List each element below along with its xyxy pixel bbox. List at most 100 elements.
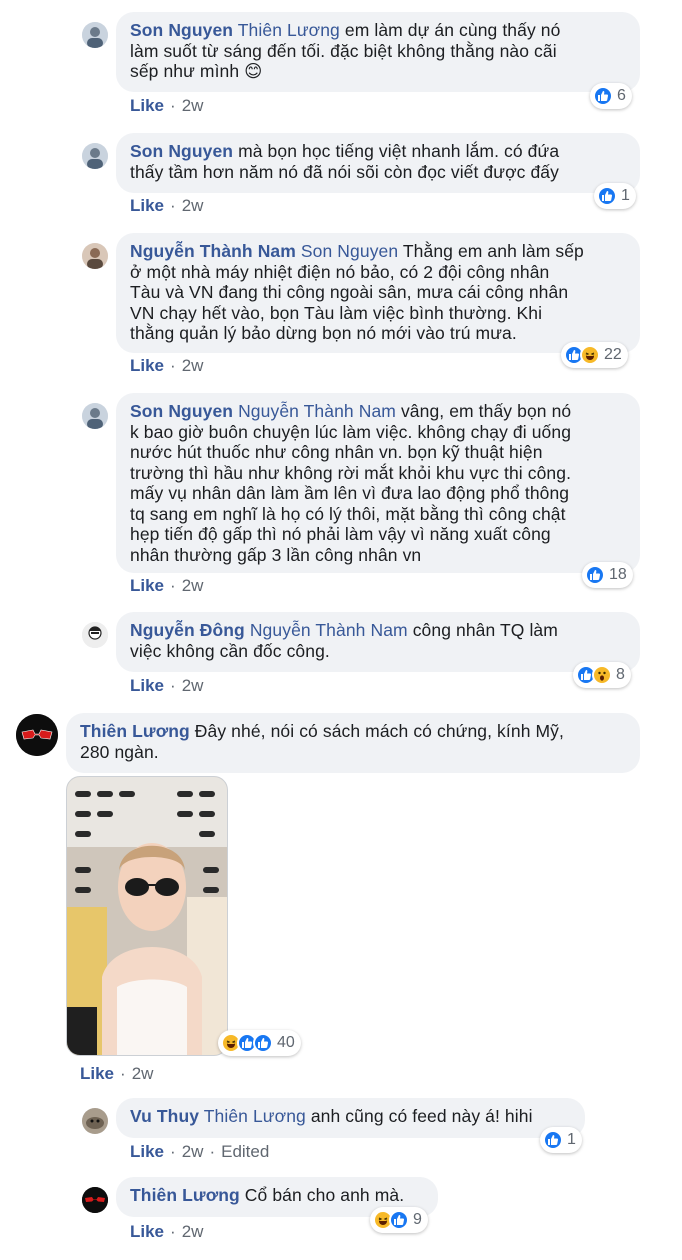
reaction-summary[interactable]: 9 — [370, 1207, 428, 1233]
comment-text-line: hẹp tiến độ gấp thì nó phải làm vậy vì n… — [130, 524, 551, 544]
reply-bubble: Vu Thuy Thiên Lương anh cũng có feed này… — [116, 1098, 585, 1138]
wow-reaction-icon — [592, 665, 612, 685]
like-button[interactable]: Like — [130, 356, 164, 375]
like-button[interactable]: Like — [130, 1222, 164, 1241]
mention-tag[interactable]: Thiên Lương — [238, 20, 340, 40]
reaction-count: 22 — [604, 346, 622, 363]
comment-bubble: Son Nguyen Nguyễn Thành Nam vâng, em thấ… — [116, 393, 640, 573]
like-reaction-icon — [389, 1210, 409, 1230]
avatar-image — [82, 243, 108, 269]
comment-actions: Like · 2w — [130, 356, 203, 376]
comment-author[interactable]: Thiên Lương — [130, 1185, 240, 1205]
reaction-summary[interactable]: 1 — [594, 183, 636, 209]
comment-text: anh cũng có feed này á! hihi — [310, 1106, 533, 1126]
reaction-count: 1 — [621, 187, 630, 204]
separator-dot: · — [170, 676, 176, 695]
mention-tag[interactable]: Son Nguyen — [301, 241, 398, 261]
comment-text-line: mà bọn học tiếng việt nhanh lắm. có đứa — [238, 141, 560, 161]
separator-dot: · — [170, 1222, 176, 1241]
reaction-count: 18 — [609, 566, 627, 583]
comment-actions: Like · 2w · Edited — [130, 1142, 269, 1162]
like-reaction-icon — [597, 186, 617, 206]
comment-text-line: nhân thường gấp 3 lần công nhân vn — [130, 544, 422, 565]
comment-author[interactable]: Nguyễn Thành Nam — [130, 241, 296, 261]
avatar-image — [82, 143, 108, 169]
comment-text-line: việc không cần đốc công. — [130, 640, 330, 661]
comment-timestamp[interactable]: 2w — [182, 676, 204, 695]
reaction-summary[interactable]: 1 — [540, 1127, 582, 1153]
comment-text: Cổ bán cho anh mà. — [244, 1185, 405, 1205]
comment-timestamp[interactable]: 2w — [182, 96, 204, 115]
separator-dot: · — [170, 96, 176, 115]
comment-timestamp[interactable]: 2w — [182, 576, 204, 595]
avatar[interactable] — [82, 143, 108, 169]
separator-dot: · — [120, 1064, 126, 1083]
like-button[interactable]: Like — [130, 196, 164, 215]
comment-text-line: Đây nhé, nói có sách mách có chứng, kính… — [194, 721, 564, 741]
comment-timestamp[interactable]: 2w — [182, 1142, 204, 1161]
reaction-summary[interactable]: 22 — [561, 342, 628, 368]
comment-author[interactable]: Vu Thuy — [130, 1106, 199, 1126]
edited-label[interactable]: Edited — [221, 1142, 269, 1161]
avatar[interactable] — [82, 22, 108, 48]
like-button[interactable]: Like — [130, 96, 164, 115]
avatar-image — [82, 22, 108, 48]
separator-dot: · — [170, 356, 176, 375]
comment-text-line: em làm dự án cùng thấy nó — [344, 20, 561, 40]
comment-text-line: Thằng em anh làm sếp — [402, 241, 584, 261]
comment-timestamp[interactable]: 2w — [182, 356, 204, 375]
comment-actions: Like · 2w — [80, 1064, 153, 1084]
like-button[interactable]: Like — [130, 1142, 164, 1161]
comment-text-line: sếp như mình 😊 — [130, 61, 263, 81]
haha-reaction-icon — [580, 345, 600, 365]
avatar[interactable] — [16, 714, 58, 756]
avatar[interactable] — [82, 1108, 108, 1134]
like-button[interactable]: Like — [80, 1064, 114, 1083]
comment-text-line: mấy vụ nhân dân làm ầm lên vì đưa lao độ… — [130, 483, 570, 503]
reaction-summary[interactable]: 18 — [582, 562, 633, 588]
comment-author[interactable]: Son Nguyen — [130, 20, 233, 40]
reaction-summary[interactable]: 8 — [573, 662, 631, 688]
avatar[interactable] — [82, 1187, 108, 1213]
avatar-image — [82, 622, 108, 648]
comment-text-line: thấy tầm hơn năm nó đã nói sõi còn đọc v… — [130, 161, 559, 182]
avatar[interactable] — [82, 243, 108, 269]
reaction-summary[interactable]: 6 — [590, 83, 632, 109]
comment-author[interactable]: Nguyễn Đông — [130, 620, 245, 640]
comment-text-line: nước hút thuốc như công nhân vn. bọn kỹ … — [130, 442, 543, 462]
comment-author[interactable]: Son Nguyen — [130, 401, 233, 421]
reaction-summary[interactable]: 40 — [218, 1030, 301, 1056]
avatar[interactable] — [82, 622, 108, 648]
comment-bubble: Son Nguyen Thiên Lương em làm dự án cùng… — [116, 12, 640, 92]
comment-timestamp[interactable]: 2w — [132, 1064, 154, 1083]
sunglasses-avatar-icon — [16, 714, 58, 756]
reaction-count: 1 — [567, 1131, 576, 1148]
comment-text-line: Tàu và VN đang thi công ngoài sân, mưa c… — [130, 282, 569, 302]
comment-text-line: 280 ngàn. — [80, 741, 159, 762]
avatar[interactable] — [82, 403, 108, 429]
reaction-count: 9 — [413, 1211, 422, 1228]
comment-text-line: công nhân TQ làm — [412, 620, 558, 640]
comment-text-line: k bao giờ buôn chuyện lúc làm việc. khôn… — [130, 421, 572, 442]
comment-text-line: ở một nhà máy nhiệt điện nó bảo, có 2 độ… — [130, 261, 550, 282]
avatar-image — [82, 1108, 108, 1134]
like-reaction-icon — [593, 86, 613, 106]
comment-text-line: tq sang em nghĩ là họ có lý thôi, mặt bằ… — [130, 503, 566, 524]
mention-tag[interactable]: Thiên Lương — [204, 1106, 306, 1126]
comment-author[interactable]: Son Nguyen — [130, 141, 233, 161]
mention-tag[interactable]: Nguyễn Thành Nam — [250, 620, 408, 640]
sunglasses-avatar-icon — [82, 1187, 108, 1213]
comment-author[interactable]: Thiên Lương — [80, 721, 190, 741]
like-button[interactable]: Like — [130, 676, 164, 695]
mention-tag[interactable]: Nguyễn Thành Nam — [238, 401, 396, 421]
photo-image — [67, 777, 227, 1055]
comment-actions: Like · 2w — [130, 96, 203, 116]
attached-photo[interactable] — [66, 776, 228, 1056]
comment-actions: Like · 2w — [130, 676, 203, 696]
like-button[interactable]: Like — [130, 576, 164, 595]
comment-text-line: trường thì hầu như không rời mắt khỏi kh… — [130, 462, 572, 483]
comment-timestamp[interactable]: 2w — [182, 196, 204, 215]
comment-text-line: thằng quản lý bảo dừng bọn nó mới vào tr… — [130, 323, 517, 343]
reaction-count: 40 — [277, 1034, 295, 1051]
comment-timestamp[interactable]: 2w — [182, 1222, 204, 1241]
